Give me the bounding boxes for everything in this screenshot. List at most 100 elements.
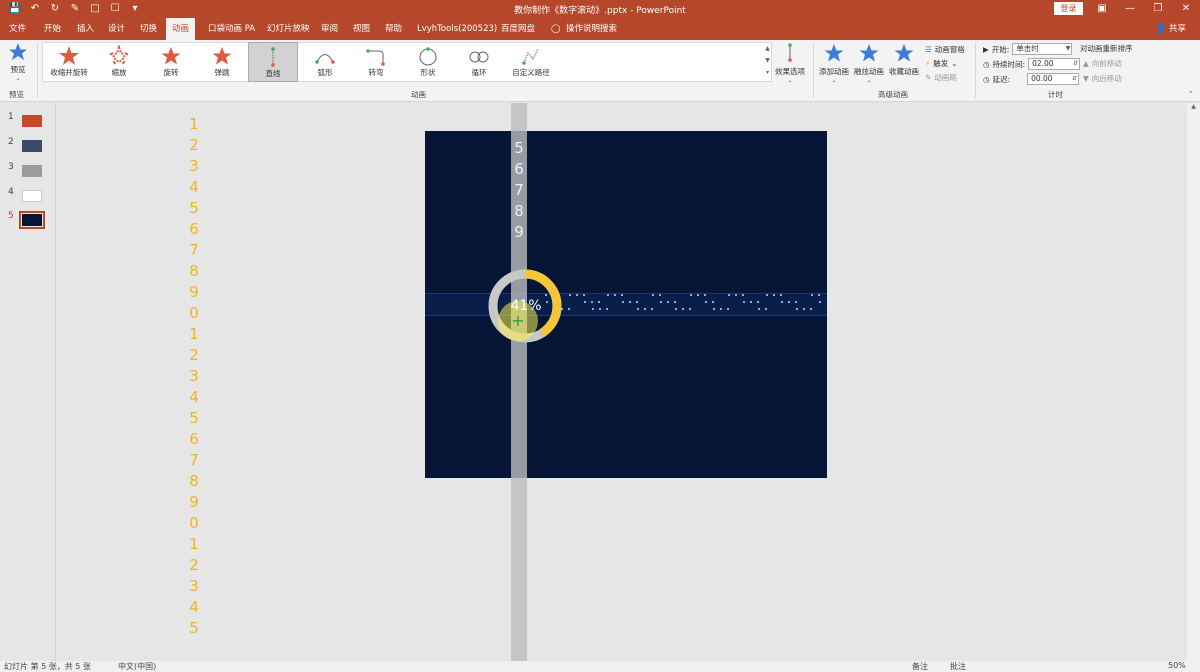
comments-button[interactable]: 批注	[950, 661, 966, 672]
star-dot	[758, 308, 760, 310]
collapse-ribbon-icon[interactable]: ⌃	[1188, 90, 1194, 98]
star-dot	[652, 294, 654, 296]
star-dot	[622, 301, 624, 303]
vertical-scrollbar[interactable]: ▲	[1187, 103, 1200, 661]
fusion-animation-button[interactable]: 融炫动画 ⌄	[852, 42, 886, 84]
tell-me-search[interactable]: 操作说明搜索	[566, 18, 617, 40]
start-select[interactable]: 单击时 ▼	[1012, 43, 1073, 55]
star-dot	[704, 294, 706, 296]
effect-turns[interactable]: 转弯	[351, 42, 401, 82]
tab-review[interactable]: 审阅	[321, 18, 338, 40]
group-separator	[975, 42, 976, 98]
tell-me-icon[interactable]: ◯	[551, 18, 561, 40]
close-icon[interactable]: ✕	[1172, 1, 1200, 17]
star-dot	[674, 301, 676, 303]
notes-button[interactable]: 备注	[912, 661, 928, 672]
digit-item: 8	[189, 472, 199, 490]
tab-home[interactable]: 开始	[44, 18, 61, 40]
tab-design[interactable]: 设计	[108, 18, 125, 40]
duration-spinner-icon[interactable]: ⇵	[1073, 59, 1078, 69]
rolling-digits-column[interactable]: 1 2 3 4 5 6 7 8 9 0 1 2 3 4 5 6 7 8 9 0 1 2 3 4 5	[188, 114, 200, 639]
custom-path-icon	[506, 45, 556, 67]
delay-icon: ◷	[983, 74, 990, 84]
move-later-label: 向后移动	[1091, 74, 1122, 83]
minimize-icon[interactable]: —	[1116, 1, 1144, 17]
fusion-animation-label: 融炫动画	[854, 67, 884, 76]
tab-animations[interactable]: 动画	[166, 18, 196, 40]
effect-bounce[interactable]: 弹跳	[197, 42, 247, 82]
star-dot	[712, 301, 714, 303]
tab-baidu-netdisk[interactable]: 百度网盘	[501, 18, 535, 40]
language-indicator[interactable]: 中文(中国)	[118, 661, 156, 672]
scroll-up-icon[interactable]: ▲	[763, 43, 772, 55]
star-dot	[606, 308, 608, 310]
preview-button[interactable]: 预览 ⌄	[6, 42, 30, 82]
tab-file[interactable]: 文件	[9, 18, 26, 40]
effect-options-button[interactable]: 效果选项 ⌄	[775, 42, 805, 84]
zoom-effect-icon	[94, 43, 144, 67]
scroll-up-arrow-icon[interactable]: ▲	[1187, 103, 1200, 110]
star-dot	[682, 308, 684, 310]
tab-help[interactable]: 帮助	[385, 18, 402, 40]
star-dot	[720, 308, 722, 310]
bounce-effect-icon	[197, 45, 247, 67]
gallery-more-icon[interactable]: ▾	[763, 67, 772, 79]
gallery-scroll[interactable]: ▲ ▼ ▾	[763, 43, 772, 81]
zoom-level[interactable]: 50%	[1168, 661, 1186, 670]
tab-pocket-animation[interactable]: 口袋动画 PA	[208, 18, 255, 40]
slide-thumbnail-5[interactable]	[19, 211, 45, 229]
restore-icon[interactable]: ❐	[1144, 1, 1172, 17]
scroll-down-icon[interactable]: ▼	[763, 55, 772, 67]
slide-number: 1	[8, 112, 14, 122]
trigger-button[interactable]: ⚡ 触发 ⌄	[925, 58, 958, 69]
tab-slideshow[interactable]: 幻灯片放映	[267, 18, 310, 40]
digit-item: 0	[189, 514, 199, 532]
duration-row: ◷ 持续时间: 02.00 ⇵	[983, 58, 1081, 70]
digit-item: 7	[189, 241, 199, 259]
digit-item: 4	[189, 388, 199, 406]
duration-value: 02.00	[1032, 59, 1054, 68]
slide-thumbnail-3[interactable]	[22, 165, 42, 177]
star-dot	[568, 308, 570, 310]
effect-shrink-turn[interactable]: 收缩并旋转	[44, 42, 94, 82]
add-animation-button[interactable]: 添加动画 ⌄	[817, 42, 851, 84]
digit-item: 9	[189, 493, 199, 511]
collect-animation-button[interactable]: 收藏动画	[887, 42, 921, 77]
star-dot	[742, 294, 744, 296]
delay-spinner-icon[interactable]: ⇵	[1072, 74, 1077, 84]
share-button[interactable]: 👤 共享	[1156, 18, 1186, 40]
tab-lvyhtools[interactable]: LvyhTools(200523)	[417, 18, 497, 40]
animation-group-label: 动画	[411, 90, 426, 99]
login-button[interactable]: 登录	[1054, 2, 1083, 15]
tab-insert[interactable]: 插入	[77, 18, 94, 40]
effect-lines[interactable]: 直线	[248, 42, 298, 82]
slide-editing-area: 1 2 3 4 5 6 7 8 9 0 1 2 3 4 5 6 7 8 9 0 1 2 3 4 5 5 6 7 8 9 41% +	[57, 103, 1187, 661]
slide-thumbnail-4[interactable]	[22, 190, 42, 202]
star-dot	[614, 294, 616, 296]
effect-label: 直线	[265, 69, 281, 78]
move-earlier-button[interactable]: ▲ 向前移动	[1083, 58, 1122, 69]
effect-arcs[interactable]: 弧形	[300, 42, 350, 82]
animation-pane-button[interactable]: ☰ 动画窗格	[925, 44, 965, 55]
move-later-button[interactable]: ▼ 向后移动	[1083, 73, 1122, 84]
star-dot	[591, 301, 593, 303]
start-dropdown-icon: ▼	[1065, 45, 1071, 52]
effect-loops[interactable]: 循环	[454, 42, 504, 82]
delay-input[interactable]: 00.00 ⇵	[1027, 73, 1080, 85]
ribbon-display-icon[interactable]: ▣	[1088, 1, 1116, 17]
duration-input[interactable]: 02.00 ⇵	[1028, 58, 1081, 70]
tab-transitions[interactable]: 切换	[140, 18, 157, 40]
star-dot	[690, 294, 692, 296]
move-earlier-label: 向前移动	[1091, 59, 1122, 68]
animation-painter-button[interactable]: ✎ 动画刷	[925, 72, 957, 83]
effect-custom-path[interactable]: 自定义路径	[506, 42, 556, 82]
up-arrow-icon: ▲	[1083, 59, 1089, 68]
tab-view[interactable]: 视图	[353, 18, 370, 40]
effect-shapes[interactable]: 形状	[403, 42, 453, 82]
effect-spin[interactable]: 旋转	[146, 42, 196, 82]
slide-number: 4	[8, 187, 14, 197]
slide-thumbnail-1[interactable]	[22, 115, 42, 127]
star-dot	[818, 294, 820, 296]
effect-zoom[interactable]: 缩放	[94, 42, 144, 82]
slide-thumbnail-2[interactable]	[22, 140, 42, 152]
